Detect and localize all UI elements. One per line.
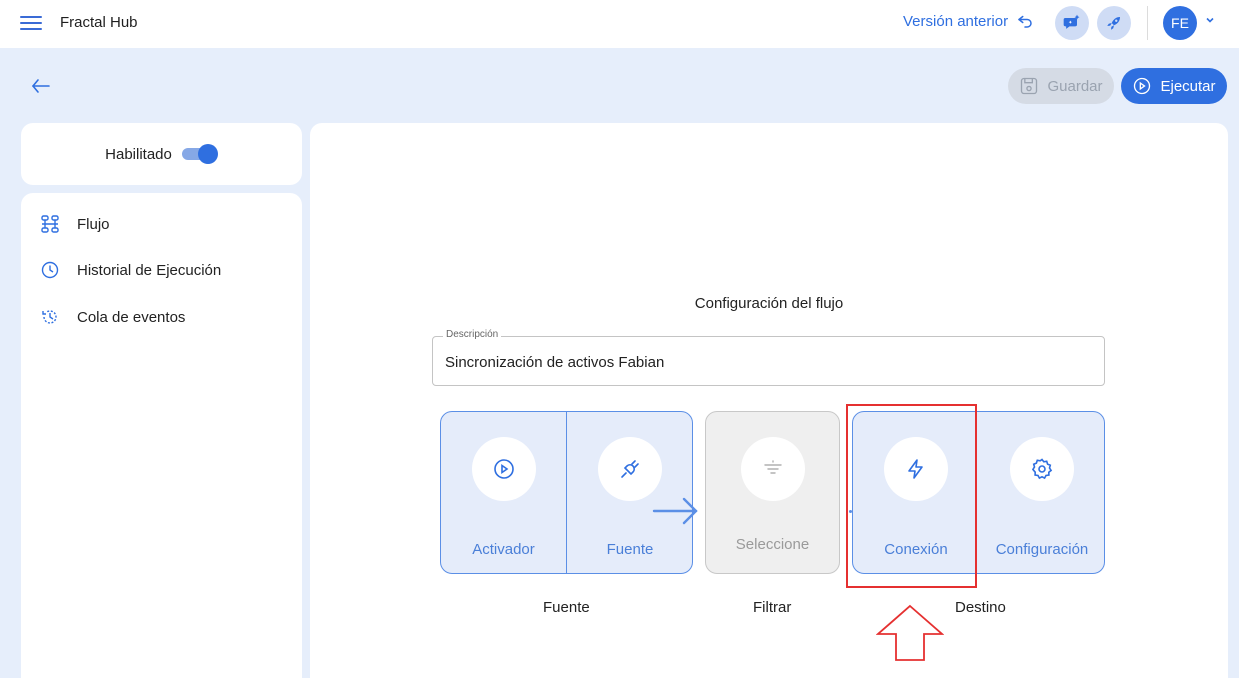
- step-configuration-label: Configuración: [995, 541, 1089, 558]
- sidebar-nav: Flujo Historial de Ejecución Cola de eve…: [21, 193, 302, 678]
- step-source-label: Fuente: [606, 541, 654, 558]
- group-label-destination: Destino: [955, 599, 1006, 616]
- save-button[interactable]: Guardar: [1008, 68, 1114, 104]
- toggle-knob: [197, 144, 218, 164]
- configuration-circle: [1010, 437, 1074, 501]
- step-filter-label: Seleccione: [735, 536, 810, 553]
- highlight-arrow-icon: [876, 604, 944, 661]
- topbar-divider: [1147, 6, 1148, 40]
- clock-icon: [41, 261, 59, 279]
- hamburger-menu-icon[interactable]: [20, 12, 42, 34]
- undo-icon: [1018, 15, 1032, 28]
- play-circle-icon: [493, 459, 514, 479]
- step-activator-label: Activador: [472, 541, 535, 558]
- chevron-down-icon[interactable]: [1204, 14, 1216, 26]
- flow-arrow-icon: [652, 497, 698, 525]
- step-activator[interactable]: Activador: [441, 412, 566, 574]
- highlight-box: [846, 404, 977, 588]
- gear-icon: [1031, 458, 1053, 480]
- play-circle-icon: [1134, 77, 1151, 95]
- back-arrow-icon[interactable]: [30, 76, 52, 96]
- sidebar-item-execution-history[interactable]: Historial de Ejecución: [41, 261, 221, 279]
- filter-icon: [763, 460, 782, 474]
- activator-circle: [471, 437, 536, 501]
- description-value: Sincronización de activos Fabian: [445, 354, 665, 371]
- description-field[interactable]: Descripción Sincronización de activos Fa…: [432, 329, 1105, 386]
- save-label: Guardar: [1047, 77, 1103, 95]
- filter-circle: [740, 437, 805, 501]
- enabled-toggle[interactable]: [181, 144, 218, 164]
- step-source[interactable]: Fuente: [567, 412, 693, 574]
- previous-version-label: Versión anterior: [903, 12, 1009, 30]
- step-filter[interactable]: Seleccione: [705, 411, 840, 574]
- sidebar-item-flow[interactable]: Flujo: [41, 215, 110, 233]
- enabled-label: Habilitado: [105, 145, 172, 163]
- description-label: Descripción: [443, 329, 502, 340]
- sidebar-item-label: Flujo: [77, 215, 110, 233]
- execute-label: Ejecutar: [1160, 77, 1216, 95]
- rocket-icon: [1107, 17, 1120, 30]
- sidebar-item-label: Cola de eventos: [77, 308, 186, 326]
- sidebar-item-event-queue[interactable]: Cola de eventos: [41, 308, 185, 326]
- group-label-source: Fuente: [543, 599, 590, 616]
- chat-sparkle-icon: [1063, 14, 1080, 29]
- config-title: Configuración del flujo: [694, 295, 844, 312]
- user-avatar[interactable]: FE: [1163, 6, 1197, 40]
- source-group: Activador Fuente: [440, 411, 693, 574]
- app-title: Fractal Hub: [60, 14, 138, 31]
- top-bar: Fractal Hub Versión anterior FE: [0, 0, 1239, 48]
- plug-icon: [621, 460, 639, 478]
- launch-button[interactable]: [1097, 6, 1131, 40]
- step-configuration[interactable]: Configuración: [979, 412, 1105, 574]
- enabled-card: Habilitado: [21, 123, 302, 185]
- history-icon: [42, 310, 57, 324]
- flow-config-panel: Configuración del flujo Descripción Sinc…: [310, 123, 1228, 678]
- source-circle: [598, 437, 662, 501]
- assistant-button[interactable]: [1055, 6, 1089, 40]
- flow-icon: [41, 215, 59, 233]
- previous-version-link[interactable]: Versión anterior: [903, 12, 1034, 30]
- group-label-filter: Filtrar: [753, 599, 792, 616]
- execute-button[interactable]: Ejecutar: [1121, 68, 1227, 104]
- save-icon: [1021, 77, 1038, 95]
- sidebar-item-label: Historial de Ejecución: [77, 261, 222, 279]
